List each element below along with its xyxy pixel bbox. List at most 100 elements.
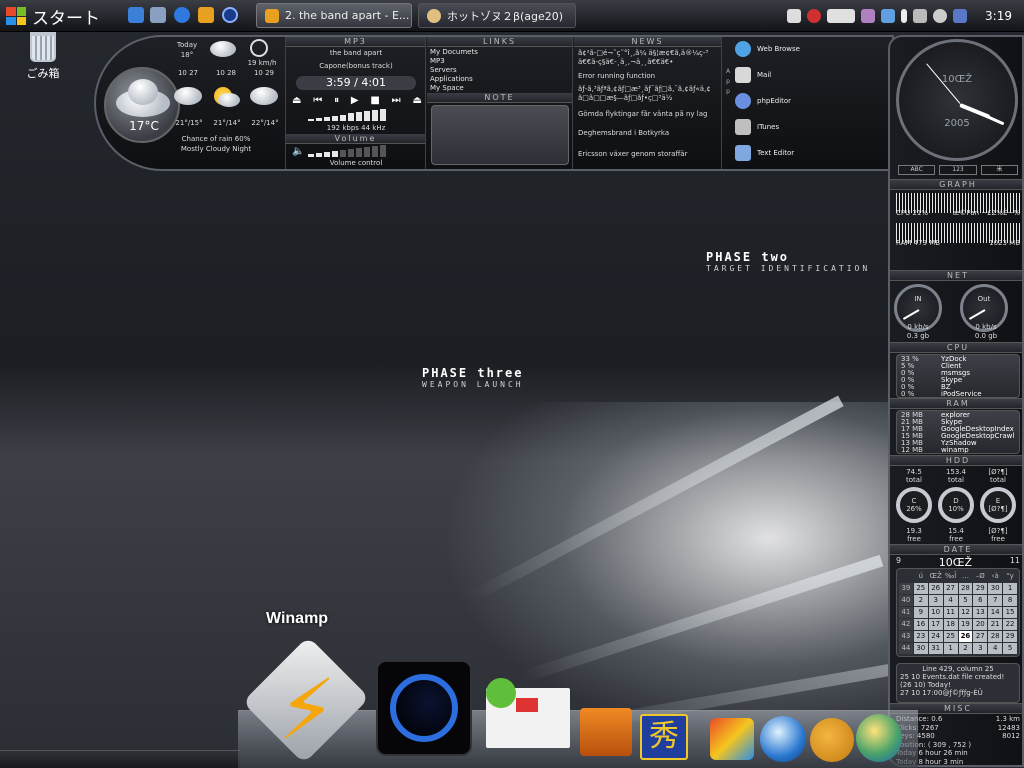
event-line[interactable]: (26 10) Today! bbox=[900, 681, 1016, 689]
mp3-eject-icon[interactable]: ⏏ bbox=[292, 95, 301, 106]
link-servers[interactable]: Servers bbox=[430, 66, 457, 74]
tray-app-icon[interactable] bbox=[861, 9, 876, 23]
cal-day[interactable]: 2 bbox=[913, 595, 928, 606]
dog-icon[interactable] bbox=[810, 718, 854, 762]
cal-day[interactable]: 28 bbox=[988, 631, 1003, 642]
cal-day[interactable]: 26 bbox=[928, 583, 943, 594]
app-itunes[interactable]: ITunes bbox=[735, 119, 779, 135]
network-icon[interactable] bbox=[913, 9, 928, 23]
cal-day[interactable]: 16 bbox=[913, 619, 928, 630]
cal-day[interactable]: 14 bbox=[988, 607, 1003, 618]
mp3-pause-icon[interactable]: ⏸ bbox=[334, 95, 339, 106]
cal-day[interactable]: 27 bbox=[973, 631, 988, 642]
event-line[interactable]: 25 10 Events.dat file created! bbox=[900, 673, 1016, 681]
ime-icon[interactable] bbox=[827, 9, 856, 23]
browser-globe-icon[interactable] bbox=[760, 716, 806, 762]
cal-day[interactable]: 1 bbox=[1003, 583, 1017, 594]
link-my-documents[interactable]: My Documets bbox=[430, 48, 478, 56]
clock-tab[interactable]: 米 bbox=[980, 165, 1018, 175]
cal-day[interactable]: 15 bbox=[1003, 607, 1017, 618]
keyboard-icon[interactable] bbox=[787, 9, 802, 23]
app-mail[interactable]: Mail bbox=[735, 67, 771, 83]
orb-quicklaunch-icon[interactable] bbox=[222, 7, 238, 23]
news-item[interactable]: Gömda flyktingar får vänta på ny lag bbox=[578, 110, 718, 119]
event-line[interactable]: 27 10 17:00@ƒ©ƒfƒg-ÉÛ bbox=[900, 689, 1016, 697]
hidemaru-icon[interactable]: 秀 bbox=[640, 714, 688, 760]
cal-day[interactable]: 19 bbox=[958, 619, 973, 630]
messenger-icon[interactable] bbox=[953, 9, 968, 23]
cal-day[interactable]: 27 bbox=[943, 583, 958, 594]
volume-slider[interactable] bbox=[308, 145, 386, 157]
mp3-play-icon[interactable]: ▶ bbox=[351, 95, 359, 106]
recycle-bin[interactable]: ごみ箱 bbox=[20, 32, 66, 81]
moon-orb-icon[interactable] bbox=[376, 660, 472, 756]
cal-day[interactable]: 21 bbox=[988, 619, 1003, 630]
cal-day[interactable]: 9 bbox=[913, 607, 928, 618]
app-phpeditor[interactable]: phpEditor bbox=[735, 93, 791, 109]
taskbar-clock[interactable]: 3:19 bbox=[985, 9, 1012, 23]
cal-day[interactable]: 28 bbox=[958, 583, 973, 594]
desktop-quicklaunch-icon[interactable] bbox=[128, 7, 144, 23]
cal-day[interactable]: 30 bbox=[913, 643, 928, 654]
cal-day[interactable]: 3 bbox=[973, 643, 988, 654]
link-applications[interactable]: Applications bbox=[430, 75, 473, 83]
cal-day[interactable]: 18 bbox=[943, 619, 958, 630]
cal-day[interactable]: 13 bbox=[973, 607, 988, 618]
cal-day[interactable]: 25 bbox=[913, 583, 928, 594]
cal-day[interactable]: 4 bbox=[943, 595, 958, 606]
task-hotzonu[interactable]: ホットゾヌ２β(age20) bbox=[418, 3, 576, 28]
cal-day[interactable]: 25 bbox=[943, 631, 958, 642]
ie-quicklaunch-icon[interactable] bbox=[174, 7, 190, 23]
news-item[interactable]: ã¢²ã-□é¬˜ç˜°î¸,ã¼ ä§¦æ¢€ã,ä®¼ç-³ ä€€ä-ç§… bbox=[578, 49, 718, 67]
network-globe-icon[interactable] bbox=[856, 714, 902, 762]
news-item[interactable]: Deghemsbrand i Botkyrka bbox=[578, 129, 718, 138]
mp3-open-icon[interactable]: ⏏ bbox=[412, 95, 421, 106]
mp3-prev-icon[interactable]: ⏮ bbox=[313, 95, 322, 106]
cal-day[interactable]: 5 bbox=[958, 595, 973, 606]
cal-day[interactable]: 11 bbox=[943, 607, 958, 618]
cal-day[interactable]: 29 bbox=[973, 583, 988, 594]
cal-day[interactable]: 7 bbox=[988, 595, 1003, 606]
cal-day[interactable]: 10 bbox=[928, 607, 943, 618]
cal-day[interactable]: 31 bbox=[928, 643, 943, 654]
app-text-editor[interactable]: Text Editor bbox=[735, 145, 794, 161]
cal-day[interactable]: 29 bbox=[1003, 631, 1017, 642]
link-mp3[interactable]: MP3 bbox=[430, 57, 445, 65]
cal-day[interactable]: 1 bbox=[943, 643, 958, 654]
start-button[interactable]: スタート bbox=[6, 3, 106, 29]
news-item[interactable]: ãƒ-ã,³ãƒªã,¢ãƒ□æ³¸ãƒ¯ãƒ□ã,¯ã,¢ãƒ«ä,¢ ã□ã… bbox=[578, 85, 718, 103]
clock-tab[interactable]: 123 bbox=[939, 165, 977, 175]
tray-app2-icon[interactable] bbox=[881, 9, 896, 23]
cal-day[interactable]: 12 bbox=[958, 607, 973, 618]
antivirus-icon[interactable] bbox=[807, 9, 822, 23]
cal-day[interactable]: 23 bbox=[913, 631, 928, 642]
cal-day[interactable]: 26 bbox=[958, 631, 973, 642]
cal-day[interactable]: 3 bbox=[928, 595, 943, 606]
cal-day[interactable]: 30 bbox=[988, 583, 1003, 594]
cal-day[interactable]: 20 bbox=[973, 619, 988, 630]
cal-day[interactable]: 8 bbox=[1003, 595, 1017, 606]
folder-icon[interactable] bbox=[580, 708, 632, 756]
volume-icon[interactable] bbox=[933, 9, 948, 23]
cal-day[interactable]: 4 bbox=[988, 643, 1003, 654]
note-textarea[interactable] bbox=[431, 105, 569, 165]
mp3-stop-icon[interactable]: ■ bbox=[370, 95, 379, 106]
news-item[interactable]: Ericsson växer genom storaffär bbox=[578, 150, 718, 159]
cal-day[interactable]: 24 bbox=[928, 631, 943, 642]
link-my-space[interactable]: My Space bbox=[430, 84, 464, 92]
cal-day[interactable]: 17 bbox=[928, 619, 943, 630]
news-item[interactable]: Error running function bbox=[578, 72, 718, 81]
clock-tab[interactable]: ABC bbox=[898, 165, 936, 175]
cal-day[interactable]: 22 bbox=[1003, 619, 1017, 630]
mp3-next-icon[interactable]: ⏭ bbox=[392, 95, 401, 106]
cal-day[interactable]: 2 bbox=[958, 643, 973, 654]
winamp-quicklaunch-icon[interactable] bbox=[198, 7, 214, 23]
task-winamp[interactable]: 2. the band apart - E... bbox=[256, 3, 412, 28]
tray-app3-icon[interactable] bbox=[901, 9, 908, 23]
cal-day[interactable]: 5 bbox=[1003, 643, 1017, 654]
app-web-browse[interactable]: Web Browse bbox=[735, 41, 800, 57]
cloud-icon bbox=[218, 93, 240, 107]
x-logo-icon[interactable] bbox=[710, 718, 754, 760]
window-quicklaunch-icon[interactable] bbox=[150, 7, 166, 23]
cal-day[interactable]: 6 bbox=[973, 595, 988, 606]
